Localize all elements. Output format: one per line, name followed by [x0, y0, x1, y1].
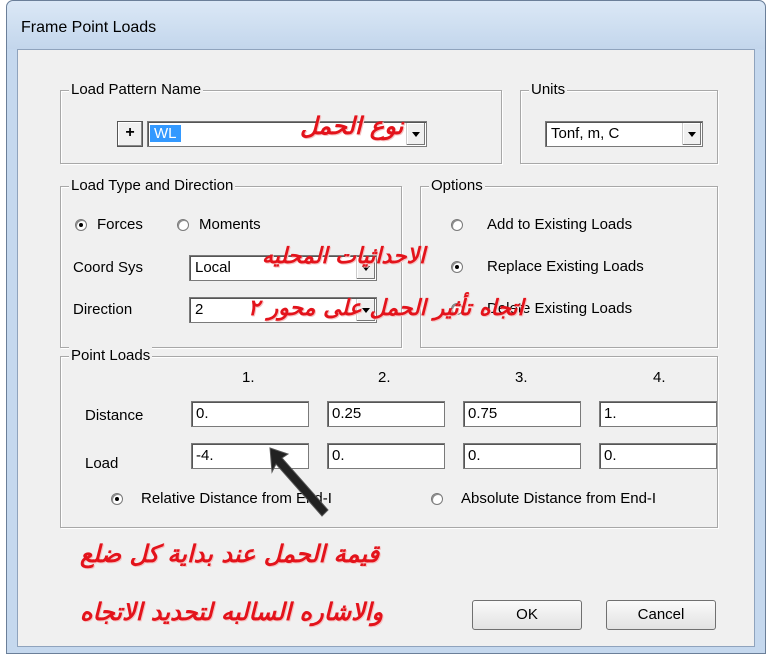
load-input-2[interactable]: 0.: [327, 443, 445, 469]
units-value: Tonf, m, C: [551, 125, 620, 142]
column-header-4: 4.: [653, 369, 666, 386]
add-load-pattern-button[interactable]: +: [117, 121, 143, 147]
distance-input-3[interactable]: 0.75: [463, 401, 581, 427]
ok-button[interactable]: OK: [472, 600, 582, 630]
load-pattern-legend: Load Pattern Name: [69, 81, 204, 99]
column-header-2: 2.: [378, 369, 391, 386]
column-header-3: 3.: [515, 369, 528, 386]
cancel-button[interactable]: Cancel: [606, 600, 716, 630]
mouse-pointer-icon: [269, 447, 329, 517]
moments-label: Moments: [199, 216, 261, 233]
distance-input-2[interactable]: 0.25: [327, 401, 445, 427]
coord-sys-value: Local: [195, 259, 231, 276]
annotation-direction: اتجاه تأثير الحمل على محور ٢: [248, 296, 524, 321]
forces-radio[interactable]: [75, 219, 87, 231]
load-input-3[interactable]: 0.: [463, 443, 581, 469]
options-legend: Options: [429, 177, 485, 195]
annotation-load-type: نوع الحمل: [300, 112, 404, 140]
column-header-1: 1.: [242, 369, 255, 386]
distance-input-1[interactable]: 0.: [191, 401, 309, 427]
units-group: Units Tonf, m, C: [520, 81, 718, 164]
load-pattern-group: Load Pattern Name + WL: [60, 81, 502, 164]
forces-label: Forces: [97, 216, 143, 233]
chevron-down-icon[interactable]: [406, 123, 425, 145]
absolute-distance-label: Absolute Distance from End-I: [461, 490, 657, 507]
direction-label: Direction: [73, 301, 133, 318]
add-existing-label: Add to Existing Loads: [487, 216, 633, 233]
distance-label: Distance: [85, 407, 144, 424]
absolute-distance-radio[interactable]: [431, 493, 443, 505]
units-select[interactable]: Tonf, m, C: [545, 121, 703, 147]
point-loads-group: Point Loads 1. 2. 3. 4. Distance 0. 0.25…: [60, 347, 718, 528]
replace-existing-label: Replace Existing Loads: [487, 258, 644, 275]
moments-radio[interactable]: [177, 219, 189, 231]
title-bar[interactable]: Frame Point Loads: [7, 1, 765, 49]
replace-existing-radio[interactable]: [451, 261, 463, 273]
add-existing-radio[interactable]: [451, 219, 463, 231]
load-label: Load: [85, 455, 119, 472]
options-group: Options Add to Existing Loads Replace Ex…: [420, 177, 718, 348]
point-loads-legend: Point Loads: [69, 347, 153, 365]
load-pattern-value: WL: [150, 125, 181, 142]
load-type-legend: Load Type and Direction: [69, 177, 236, 195]
distance-input-4[interactable]: 1.: [599, 401, 717, 427]
relative-distance-radio[interactable]: [111, 493, 123, 505]
chevron-down-icon[interactable]: [682, 123, 701, 145]
annotation-load-value: قيمة الحمل عند بداية كل ضلع: [80, 540, 380, 568]
direction-value: 2: [195, 301, 204, 318]
coord-sys-label: Coord Sys: [73, 259, 144, 276]
load-input-4[interactable]: 0.: [599, 443, 717, 469]
annotation-local-coords: الاحداثيات المحليه: [262, 244, 426, 269]
dialog-title: Frame Point Loads: [21, 19, 157, 36]
units-legend: Units: [529, 81, 568, 99]
annotation-sign: والاشاره السالبه لتحديد الاتجاه: [80, 598, 384, 626]
